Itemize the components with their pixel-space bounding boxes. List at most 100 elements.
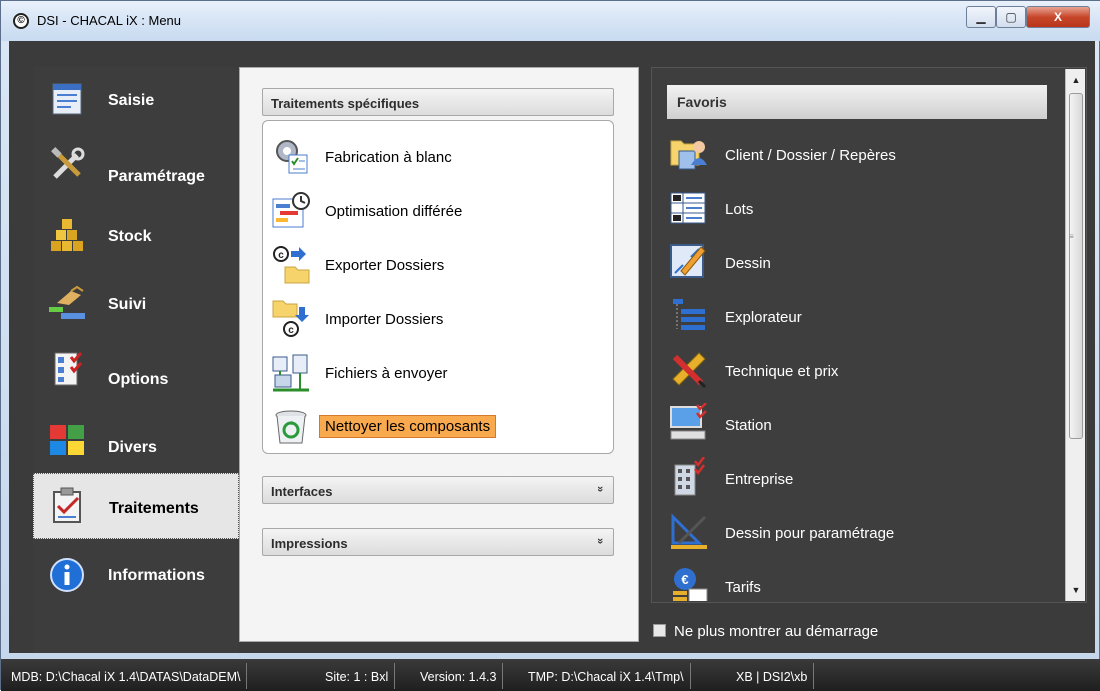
task-fichiers[interactable]: Fichiers à envoyer	[269, 347, 609, 395]
group-header-impressions[interactable]: Impressions »	[262, 528, 614, 556]
export-folder-icon: c	[273, 246, 310, 284]
station-computer-icon	[670, 403, 707, 440]
nav-item-informations[interactable]: Informations	[33, 543, 239, 611]
task-nettoyer[interactable]: Nettoyer les composants	[269, 401, 609, 449]
task-label: Importer Dossiers	[325, 311, 444, 328]
import-folder-icon: c	[272, 300, 309, 337]
nav-item-options[interactable]: Options	[33, 337, 239, 405]
tracking-icon	[49, 285, 85, 319]
nav-label: Informations	[108, 567, 205, 584]
recycle-bin-icon	[275, 410, 307, 444]
task-importer[interactable]: c Importer Dossiers	[269, 293, 609, 341]
task-label: Optimisation différée	[325, 203, 463, 220]
app-logo-icon: ©	[13, 13, 29, 29]
task-fabrication[interactable]: Fabrication à blanc	[269, 131, 609, 179]
options-checklist-icon	[54, 352, 83, 386]
favorites-header: Favoris	[667, 85, 1047, 119]
fav-label: Technique et prix	[725, 363, 839, 380]
status-bar: MDB: D:\Chacal iX 1.4\DATAS\DataDEM\ Sit…	[1, 659, 1100, 691]
group-header-interfaces[interactable]: Interfaces »	[262, 476, 614, 504]
fav-item-client[interactable]: Client / Dossier / Repères	[667, 125, 1057, 175]
scroll-down-icon[interactable]: ▼	[1066, 581, 1086, 599]
task-exporter[interactable]: c Exporter Dossiers	[269, 239, 609, 287]
fav-item-explorateur[interactable]: Explorateur	[667, 287, 1057, 337]
status-user: XB | DSI2\xb	[730, 663, 815, 689]
fav-label: Client / Dossier / Repères	[725, 147, 896, 164]
scroll-thumb[interactable]	[1069, 93, 1083, 439]
nav-label: Saisie	[108, 92, 155, 109]
fav-label: Tarifs	[725, 579, 761, 596]
clock-schedule-icon	[272, 192, 310, 228]
expand-chevron-icon[interactable]: »	[594, 538, 606, 544]
maximize-button[interactable]: ▢	[996, 6, 1026, 28]
nav-label: Traitements	[109, 500, 199, 517]
svg-text:c: c	[288, 325, 294, 336]
status-site: Site: 1 : Bxl	[319, 663, 396, 689]
fav-item-entreprise[interactable]: Entreprise	[667, 449, 1057, 499]
close-button[interactable]: X	[1026, 6, 1090, 28]
status-mdb: MDB: D:\Chacal iX 1.4\DATAS\DataDEM\	[5, 663, 248, 689]
fav-label: Explorateur	[725, 309, 802, 326]
window-title: DSI - CHACAL iX : Menu	[37, 13, 182, 28]
building-icon	[674, 457, 705, 496]
fav-item-station[interactable]: Station	[667, 395, 1057, 445]
task-label: Fichiers à envoyer	[325, 365, 448, 382]
info-icon	[50, 558, 84, 592]
svg-text:c: c	[278, 250, 284, 261]
fav-label: Dessin	[725, 255, 771, 272]
svg-text:€: €	[681, 572, 688, 587]
nav-item-saisie[interactable]: Saisie	[33, 67, 239, 135]
task-label: Fabrication à blanc	[325, 149, 452, 166]
group-title: Traitements spécifiques	[271, 96, 420, 111]
group-header-specific[interactable]: Traitements spécifiques	[262, 88, 614, 116]
main-nav: Saisie Paramétrage Stock Suivi Options D…	[33, 67, 239, 653]
network-files-icon	[272, 354, 309, 392]
grip-icon: ≡	[1069, 232, 1074, 241]
client-folder-icon	[670, 140, 707, 170]
expand-chevron-icon[interactable]: »	[594, 486, 606, 492]
lots-grid-icon	[670, 192, 706, 224]
nav-label: Options	[108, 371, 169, 388]
fav-item-dessin[interactable]: Dessin	[667, 233, 1057, 283]
task-panel: Traitements spécifiques Fabrication à bl…	[239, 67, 639, 642]
stock-blocks-icon	[51, 219, 83, 251]
task-label: Nettoyer les composants	[319, 415, 497, 438]
group-title: Interfaces	[271, 484, 333, 499]
pen-ruler-icon	[672, 352, 707, 389]
explorer-tree-icon	[673, 299, 705, 330]
status-tmp: TMP: D:\Chacal iX 1.4\Tmp\	[522, 663, 691, 689]
clipboard-icon	[53, 487, 81, 523]
minimize-button[interactable]: ▁	[966, 6, 996, 28]
group-body-specific: Fabrication à blanc Optimisation différé…	[262, 120, 614, 454]
startup-checkbox[interactable]	[653, 624, 666, 637]
fav-item-technique[interactable]: Technique et prix	[667, 341, 1057, 391]
fav-item-dessin-parametrage[interactable]: Dessin pour paramétrage	[667, 503, 1057, 553]
gear-checklist-icon	[276, 140, 308, 174]
nav-item-traitements[interactable]: Traitements	[33, 473, 239, 539]
startup-label: Ne plus montrer au démarrage	[674, 623, 879, 640]
task-optimisation[interactable]: Optimisation différée	[269, 185, 609, 233]
fav-label: Station	[725, 417, 772, 434]
nav-label: Divers	[108, 439, 157, 456]
favorites-scrollbar[interactable]: ▲ ≡ ▼	[1065, 69, 1085, 601]
fav-label: Dessin pour paramétrage	[725, 525, 895, 542]
nav-label: Paramétrage	[108, 168, 205, 185]
fav-label: Entreprise	[725, 471, 794, 488]
title-bar[interactable]: © DSI - CHACAL iX : Menu ▁ ▢ X	[1, 1, 1100, 41]
nav-label: Stock	[108, 228, 152, 245]
tools-icon	[51, 147, 85, 179]
nav-label: Suivi	[108, 296, 147, 313]
scroll-up-icon[interactable]: ▲	[1066, 71, 1086, 89]
fav-item-tarifs[interactable]: € Tarifs	[667, 557, 1057, 601]
form-icon	[52, 83, 82, 115]
nav-item-parametrage[interactable]: Paramétrage	[33, 133, 239, 201]
nav-item-divers[interactable]: Divers	[33, 407, 239, 475]
euro-tariff-icon: €	[673, 568, 708, 601]
nav-item-suivi[interactable]: Suivi	[33, 271, 239, 339]
setsquare-icon	[671, 513, 707, 549]
fav-label: Lots	[725, 201, 754, 218]
drawing-icon	[670, 244, 706, 278]
fav-item-lots[interactable]: Lots	[667, 179, 1057, 229]
nav-item-stock[interactable]: Stock	[33, 203, 239, 271]
startup-checkbox-row[interactable]: Ne plus montrer au démarrage	[653, 623, 878, 640]
